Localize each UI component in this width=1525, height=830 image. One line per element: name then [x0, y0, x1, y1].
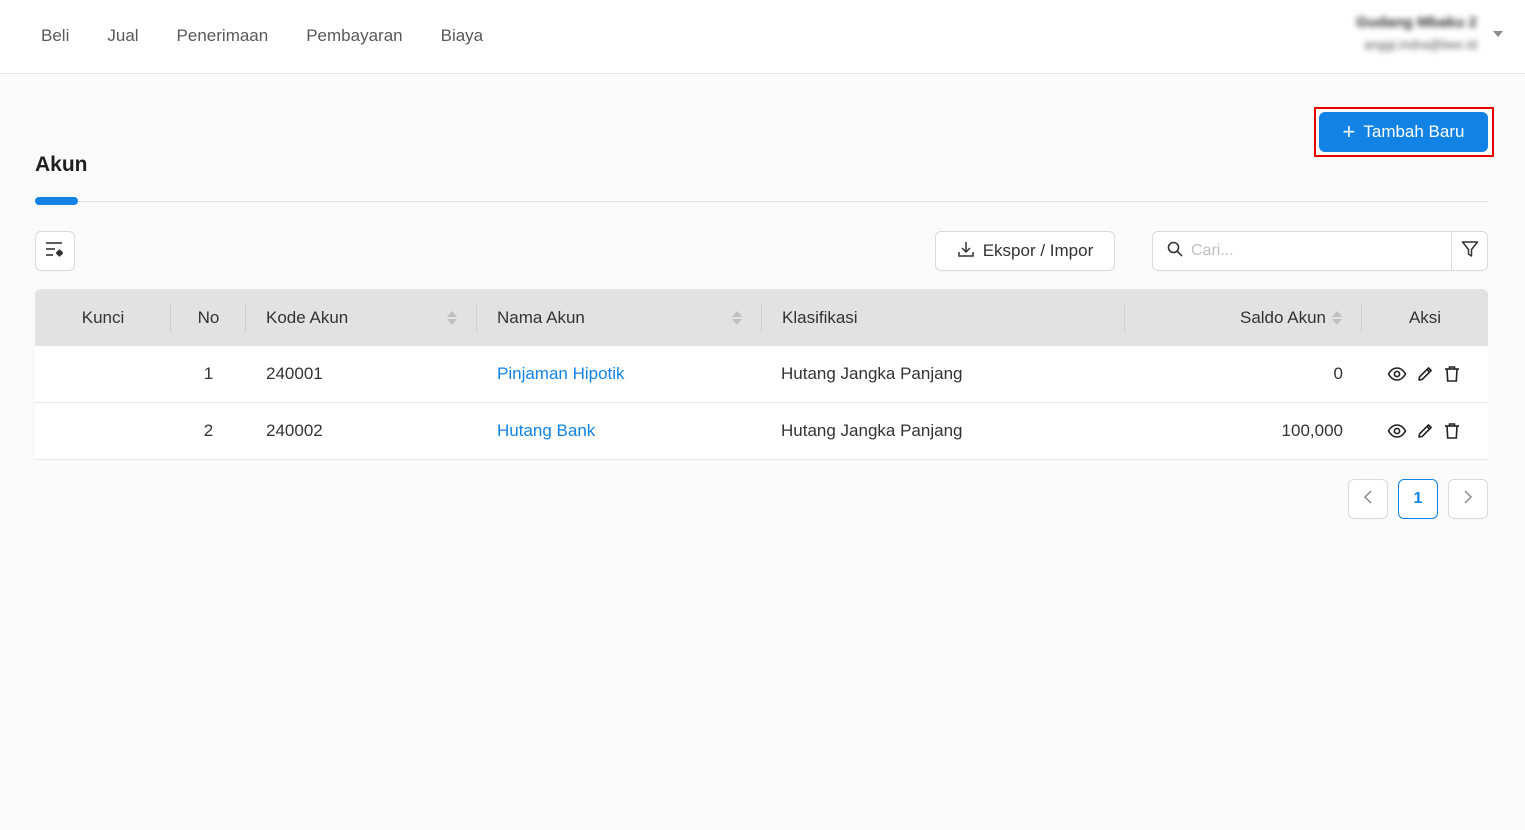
col-header-kode-label: Kode Akun: [266, 307, 349, 327]
col-header-aksi: Aksi: [1362, 289, 1488, 346]
col-header-aksi-label: Aksi: [1408, 307, 1442, 327]
accounts-table: Kunci No Kode Akun Nama Akun Klasifikasi…: [35, 289, 1488, 460]
col-header-kode-akun[interactable]: Kode Akun: [246, 289, 477, 346]
col-header-klasifikasi: Klasifikasi: [762, 289, 1125, 346]
delete-trash-icon[interactable]: [1443, 365, 1461, 383]
sort-icon[interactable]: [447, 310, 457, 325]
row-actions: [1387, 346, 1461, 402]
chevron-right-icon: [1463, 489, 1473, 509]
column-settings-button[interactable]: [35, 231, 75, 271]
view-icon[interactable]: [1387, 365, 1407, 383]
row-actions: [1387, 403, 1461, 459]
chevron-left-icon: [1363, 489, 1373, 509]
cell-no: 1: [203, 364, 214, 383]
nav-item-pembayaran[interactable]: Pembayaran: [287, 0, 421, 72]
export-import-label: Ekspor / Impor: [982, 241, 1094, 260]
table-row: 2 240002 Hutang Bank Hutang Jangka Panja…: [35, 403, 1488, 460]
cell-no: 2: [203, 421, 214, 440]
col-header-nama-label: Nama Akun: [497, 307, 585, 327]
add-new-button[interactable]: + Tambah Baru: [1319, 112, 1488, 152]
edit-pencil-icon[interactable]: [1416, 422, 1434, 440]
add-new-label: Tambah Baru: [1363, 122, 1465, 141]
nav-item-biaya[interactable]: Biaya: [422, 0, 503, 72]
col-header-nama-akun[interactable]: Nama Akun: [477, 289, 762, 346]
user-email: anggi.indra@bee.id: [1364, 37, 1477, 52]
user-info: Gudang Mbaku 2 anggi.indra@bee.id: [1356, 12, 1477, 56]
col-header-saldo-label: Saldo Akun: [1239, 307, 1326, 327]
cell-saldo-akun: 0: [1333, 364, 1343, 383]
delete-trash-icon[interactable]: [1443, 422, 1461, 440]
edit-pencil-icon[interactable]: [1416, 365, 1434, 383]
cell-kode-akun: 240002: [266, 421, 323, 440]
main-nav: Beli Jual Penerimaan Pembayaran Biaya: [22, 0, 502, 72]
export-import-button[interactable]: Ekspor / Impor: [935, 231, 1115, 271]
prev-page-button[interactable]: [1348, 479, 1388, 519]
view-icon[interactable]: [1387, 422, 1407, 440]
col-header-no-label: No: [197, 307, 220, 327]
col-header-no: No: [171, 289, 246, 346]
col-header-kunci: Kunci: [35, 289, 171, 346]
user-name: Gudang Mbaku 2: [1356, 14, 1477, 31]
download-icon: [957, 240, 983, 263]
cell-nama-akun-link[interactable]: Pinjaman Hipotik: [497, 346, 625, 402]
list-settings-icon: [45, 240, 65, 263]
sort-icon[interactable]: [1332, 310, 1342, 325]
search-box: [1152, 231, 1452, 271]
top-navbar: Beli Jual Penerimaan Pembayaran Biaya Gu…: [0, 0, 1525, 74]
filter-button[interactable]: [1451, 231, 1488, 271]
tab-active-indicator: [35, 197, 78, 205]
caret-down-icon[interactable]: [1493, 31, 1503, 37]
cell-nama-akun-link[interactable]: Hutang Bank: [497, 403, 595, 459]
cell-klasifikasi: Hutang Jangka Panjang: [781, 364, 963, 383]
nav-item-jual[interactable]: Jual: [88, 0, 157, 72]
cell-klasifikasi: Hutang Jangka Panjang: [781, 421, 963, 440]
cell-kode-akun: 240001: [266, 364, 323, 383]
plus-icon: +: [1342, 119, 1356, 144]
col-header-saldo-akun[interactable]: Saldo Akun: [1125, 289, 1362, 346]
search-input[interactable]: [1191, 242, 1431, 260]
next-page-button[interactable]: [1448, 479, 1488, 519]
sort-icon[interactable]: [732, 310, 742, 325]
cell-saldo-akun: 100,000: [1281, 421, 1343, 440]
page-title: Akun: [35, 153, 88, 176]
user-menu[interactable]: Gudang Mbaku 2 anggi.indra@bee.id: [1356, 12, 1503, 56]
filter-icon: [1461, 240, 1479, 263]
table-row: 1 240001 Pinjaman Hipotik Hutang Jangka …: [35, 346, 1488, 403]
nav-item-penerimaan[interactable]: Penerimaan: [158, 0, 288, 72]
nav-item-beli[interactable]: Beli: [22, 0, 88, 72]
col-header-klasifikasi-label: Klasifikasi: [782, 307, 858, 327]
search-icon: [1167, 241, 1183, 262]
page-number-button[interactable]: 1: [1398, 479, 1438, 519]
col-header-kunci-label: Kunci: [81, 307, 125, 327]
table-header: Kunci No Kode Akun Nama Akun Klasifikasi…: [35, 289, 1488, 346]
tab-divider: [35, 201, 1488, 202]
